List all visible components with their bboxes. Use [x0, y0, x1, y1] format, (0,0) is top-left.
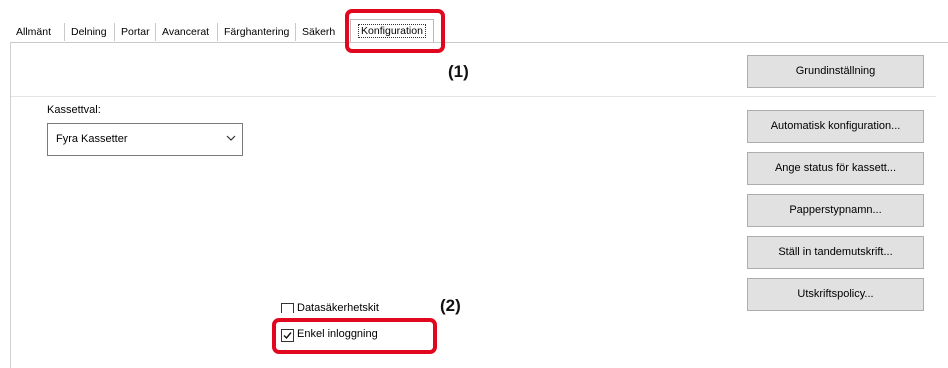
data-security-label: Datasäkerhetskit: [297, 302, 379, 313]
data-security-checkbox-row[interactable]: Datasäkerhetskit: [281, 302, 401, 313]
paper-type-name-button[interactable]: Papperstypnamn...: [747, 194, 924, 227]
tray-select-label: Kassettval:: [47, 104, 101, 116]
tab-panel-border: [10, 42, 948, 43]
callout-2: (2): [440, 296, 461, 315]
chevron-down-icon: [226, 135, 236, 141]
tab-sharing[interactable]: Delning: [65, 23, 115, 41]
tab-security[interactable]: Säkerh: [296, 23, 346, 41]
basic-settings-button[interactable]: Grundinställning: [747, 55, 924, 88]
tray-status-button[interactable]: Ange status för kassett...: [747, 152, 924, 185]
separator-line: [11, 96, 936, 97]
tray-select-value: Fyra Kassetter: [56, 133, 128, 145]
tab-general[interactable]: Allmänt: [10, 23, 65, 41]
tab-advanced[interactable]: Avancerat: [156, 23, 218, 41]
tab-ports[interactable]: Portar: [115, 23, 156, 41]
auto-config-button[interactable]: Automatisk konfiguration...: [747, 110, 924, 143]
panel-left-edge: [10, 42, 11, 368]
data-security-checkbox[interactable]: [281, 303, 294, 313]
tray-select[interactable]: Fyra Kassetter: [47, 123, 243, 156]
tab-color-management[interactable]: Färghantering: [218, 23, 296, 41]
highlight-single-sign-on: [272, 318, 437, 354]
tandem-print-button[interactable]: Ställ in tandemutskrift...: [747, 236, 924, 269]
data-security-clip: Datasäkerhetskit: [281, 300, 401, 313]
tab-strip: Allmänt Delning Portar Avancerat Färghan…: [0, 0, 948, 43]
highlight-configuration-tab: [345, 9, 445, 53]
print-policy-button[interactable]: Utskriftspolicy...: [747, 278, 924, 311]
callout-1: (1): [448, 62, 469, 81]
